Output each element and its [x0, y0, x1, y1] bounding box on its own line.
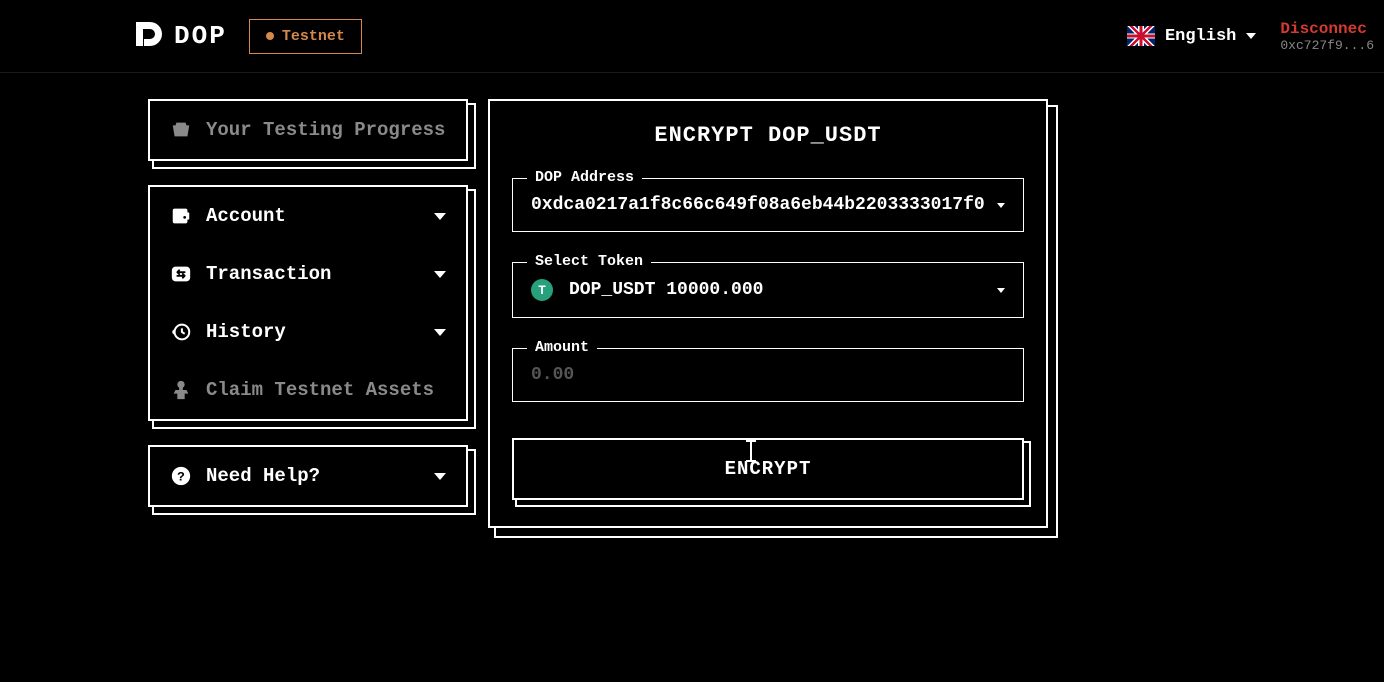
- chevron-down-icon: [434, 473, 446, 480]
- history-icon: [170, 321, 192, 343]
- address-legend: DOP Address: [527, 169, 642, 186]
- sidebar: Your Testing Progress Account Transactio…: [148, 99, 468, 507]
- nav-panel: Account Transaction History: [148, 185, 468, 421]
- history-label: History: [206, 321, 286, 343]
- sidebar-item-account[interactable]: Account: [150, 187, 466, 245]
- logo-icon: [130, 18, 166, 54]
- swap-icon: [170, 263, 192, 285]
- main-container: Your Testing Progress Account Transactio…: [0, 73, 1384, 528]
- help-icon: ?: [170, 465, 192, 487]
- sidebar-item-claim[interactable]: Claim Testnet Assets: [150, 361, 466, 419]
- testnet-dot-icon: [266, 32, 274, 40]
- address-field[interactable]: DOP Address 0xdca0217a1f8c66c649f08a6eb4…: [512, 178, 1024, 232]
- language-label: English: [1165, 27, 1236, 46]
- usdt-token-icon: T: [531, 279, 553, 301]
- svg-text:?: ?: [177, 470, 185, 485]
- help-label: Need Help?: [206, 465, 320, 487]
- basket-icon: [170, 119, 192, 141]
- claim-icon: [170, 379, 192, 401]
- testnet-label: Testnet: [282, 28, 345, 45]
- progress-panel[interactable]: Your Testing Progress: [148, 99, 468, 161]
- token-field[interactable]: Select Token T DOP_USDT 10000.000: [512, 262, 1024, 318]
- progress-label: Your Testing Progress: [206, 119, 445, 141]
- wallet-status-box[interactable]: Disconnec 0xc727f9...6: [1280, 20, 1374, 53]
- sidebar-item-help[interactable]: ? Need Help?: [150, 447, 466, 505]
- wallet-address: 0xc727f9...6: [1280, 38, 1374, 53]
- panel-title: ENCRYPT DOP_USDT: [512, 123, 1024, 148]
- account-label: Account: [206, 205, 286, 227]
- token-value: DOP_USDT 10000.000: [569, 280, 989, 300]
- address-value: 0xdca0217a1f8c66c649f08a6eb44b2203333017…: [531, 195, 989, 215]
- encrypt-panel: ENCRYPT DOP_USDT DOP Address 0xdca0217a1…: [488, 99, 1048, 528]
- sidebar-item-progress[interactable]: Your Testing Progress: [150, 101, 466, 159]
- help-panel[interactable]: ? Need Help?: [148, 445, 468, 507]
- wallet-icon: [170, 205, 192, 227]
- chevron-down-icon: [1246, 33, 1256, 39]
- chevron-down-icon: [434, 271, 446, 278]
- chevron-down-icon: [997, 288, 1005, 293]
- header-right: English Disconnec 0xc727f9...6: [1127, 20, 1384, 53]
- testnet-badge: Testnet: [249, 19, 362, 54]
- header: DOP Testnet English Disconnec 0xc727f9..…: [0, 0, 1384, 73]
- claim-label: Claim Testnet Assets: [206, 379, 434, 401]
- sidebar-item-history[interactable]: History: [150, 303, 466, 361]
- language-selector[interactable]: English: [1127, 26, 1256, 46]
- wallet-status: Disconnec: [1280, 20, 1374, 38]
- amount-legend: Amount: [527, 339, 597, 356]
- chevron-down-icon: [434, 213, 446, 220]
- transaction-label: Transaction: [206, 263, 331, 285]
- chevron-down-icon: [434, 329, 446, 336]
- chevron-down-icon: [997, 203, 1005, 208]
- encrypt-button[interactable]: ENCRYPT: [512, 438, 1024, 500]
- amount-input[interactable]: [531, 365, 1005, 385]
- logo-text: DOP: [174, 21, 227, 51]
- token-legend: Select Token: [527, 253, 651, 270]
- sidebar-item-transaction[interactable]: Transaction: [150, 245, 466, 303]
- uk-flag-icon: [1127, 26, 1155, 46]
- amount-field: Amount: [512, 348, 1024, 402]
- logo[interactable]: DOP: [130, 18, 227, 54]
